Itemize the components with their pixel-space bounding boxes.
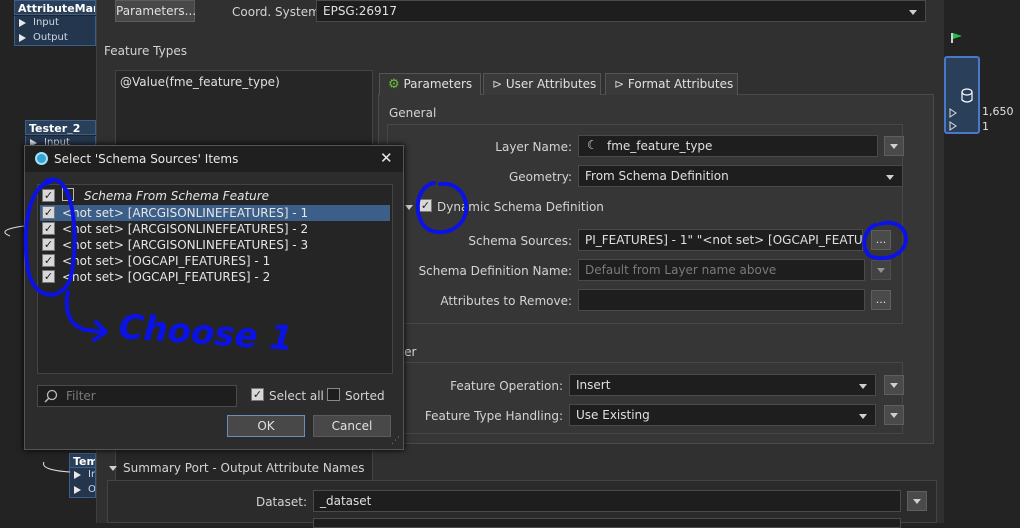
attributes-to-remove-field[interactable]	[578, 289, 865, 311]
close-icon[interactable]: ✕	[380, 149, 393, 167]
coord-system-select[interactable]: EPSG:26917	[316, 0, 926, 22]
filter-input[interactable]: Filter	[37, 385, 237, 407]
geometry-select[interactable]: From Schema Definition	[578, 165, 903, 187]
attribute-icon: ⊳	[492, 77, 503, 91]
select-schema-sources-dialog: Select 'Schema Sources' Items ✕ ✓ Schema…	[24, 145, 404, 450]
dynamic-schema-label: Dynamic Schema Definition	[437, 200, 604, 214]
collapse-arrow-icon[interactable]	[405, 200, 415, 210]
run-flag-icon	[950, 32, 964, 44]
sorted-label: Sorted	[345, 389, 385, 403]
list-item[interactable]: ✓ <not set> [ARCGISONLINEFEATURES] - 2	[40, 221, 390, 237]
app-icon	[35, 152, 48, 165]
dataset-field[interactable]: _dataset	[313, 490, 901, 512]
tab-parameters[interactable]: ⚙ Parameters	[379, 73, 481, 95]
schema-sources-field[interactable]: PI_FEATURES] - 1" "<not set> [OGCAPI_FEA…	[578, 229, 863, 251]
layer-name-field[interactable]: ☾ fme_feature_type	[578, 135, 878, 157]
modal-title: Select 'Schema Sources' Items	[54, 152, 239, 166]
list-item[interactable]: ✓ <not set> [ARCGISONLINEFEATURES] - 1	[40, 205, 390, 221]
attribute-icon: ⊳	[614, 77, 625, 91]
dynamic-schema-checkbox[interactable]: ✓	[419, 199, 432, 212]
schema-def-name-field[interactable]: Default from Layer name above	[578, 259, 865, 281]
ok-button[interactable]: OK	[227, 415, 305, 437]
item-checkbox[interactable]: ✓	[42, 206, 55, 219]
feature-types-label: Feature Types	[104, 44, 187, 58]
list-item[interactable]: ✓ <not set> [OGCAPI_FEATURES] - 2	[40, 269, 390, 285]
layer-name-menu-button[interactable]	[884, 136, 904, 156]
list-item[interactable]: ✓ <not set> [ARCGISONLINEFEATURES] - 3	[40, 237, 390, 253]
feature-operation-menu-button[interactable]	[884, 375, 904, 395]
modal-title-bar: Select 'Schema Sources' Items ✕	[25, 146, 403, 172]
list-item[interactable]: @Value(fme_feature_type)	[120, 75, 280, 89]
feature-count: 1	[982, 120, 989, 133]
feature-operation-select[interactable]: Insert	[569, 374, 876, 396]
list-item[interactable]: ✓ Schema From Schema Feature	[40, 188, 390, 204]
general-section-label: General	[389, 106, 437, 120]
search-icon	[44, 389, 58, 403]
gear-icon: ⚙	[388, 77, 400, 92]
cancel-button[interactable]: Cancel	[313, 415, 391, 437]
database-icon	[961, 88, 973, 103]
geometry-label: Geometry:	[508, 170, 572, 184]
schema-sources-browse-button[interactable]: ...	[871, 230, 891, 250]
item-checkbox[interactable]: ✓	[42, 254, 55, 267]
document-icon	[62, 188, 74, 201]
parameters-button[interactable]: Parameters...	[115, 0, 196, 22]
summary-section-header[interactable]: Summary Port - Output Attribute Names	[109, 461, 365, 475]
list-item[interactable]: ✓ <not set> [OGCAPI_FEATURES] - 1	[40, 253, 390, 269]
attributes-to-remove-label: Attributes to Remove:	[440, 294, 572, 308]
schema-def-name-label: Schema Definition Name:	[418, 264, 572, 278]
dataset-menu-button[interactable]	[907, 491, 927, 511]
feature-count: 1,650	[982, 105, 1014, 118]
attributes-to-remove-browse-button[interactable]: ...	[871, 290, 891, 310]
feature-type-handling-select[interactable]: Use Existing	[569, 404, 876, 426]
feature-operation-label: Feature Operation:	[450, 379, 563, 393]
layer-name-label: Layer Name:	[495, 140, 572, 154]
item-checkbox[interactable]: ✓	[42, 189, 55, 202]
item-checkbox[interactable]: ✓	[42, 270, 55, 283]
schema-sources-list: ✓ Schema From Schema Feature ✓ <not set>…	[37, 184, 393, 374]
sorted-checkbox[interactable]	[327, 388, 340, 401]
attribute-value-icon: ☾	[587, 138, 598, 152]
next-field[interactable]	[313, 518, 901, 528]
schema-def-name-menu-button[interactable]	[871, 260, 891, 280]
item-checkbox[interactable]: ✓	[42, 222, 55, 235]
resize-grip-icon[interactable]: ⋰	[391, 436, 401, 446]
item-checkbox[interactable]: ✓	[42, 238, 55, 251]
feature-type-handling-menu-button[interactable]	[884, 405, 904, 425]
dataset-label: Dataset:	[255, 495, 307, 509]
port-arrows-icon	[949, 108, 957, 131]
writer-node[interactable]	[944, 56, 980, 134]
select-all-label: Select all	[269, 389, 324, 403]
schema-sources-label: Schema Sources:	[468, 234, 572, 248]
tab-format-attributes[interactable]: ⊳ Format Attributes	[605, 73, 738, 95]
tab-user-attributes[interactable]: ⊳ User Attributes	[483, 73, 601, 95]
feature-type-handling-label: Feature Type Handling:	[424, 409, 563, 423]
coord-system-label: Coord. System:	[232, 5, 324, 19]
select-all-checkbox[interactable]: ✓	[251, 388, 264, 401]
